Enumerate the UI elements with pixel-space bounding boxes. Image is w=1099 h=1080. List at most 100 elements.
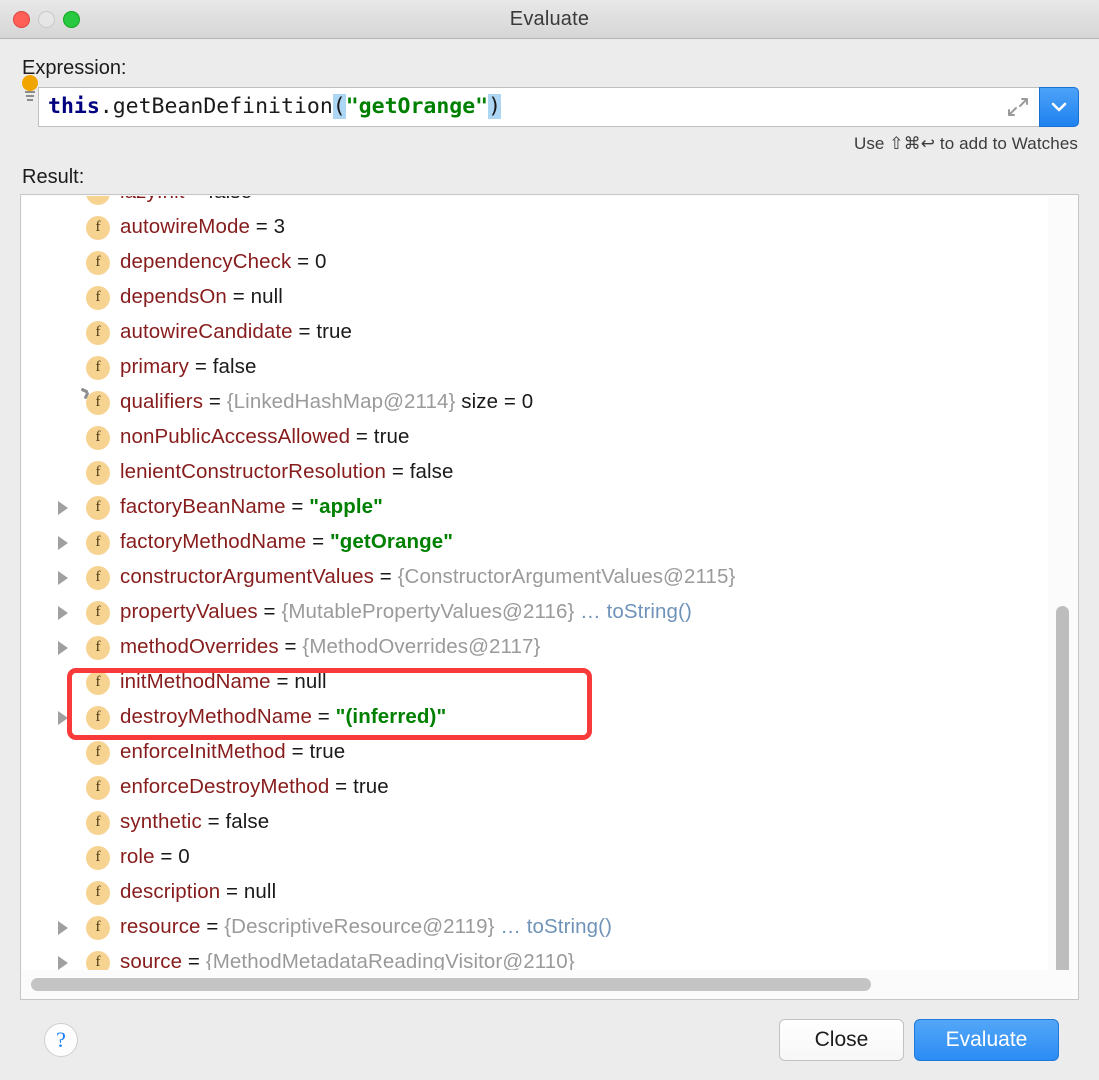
final-modifier-badge-icon bbox=[81, 387, 90, 399]
tree-row[interactable]: f propertyValues = {MutablePropertyValues… bbox=[22, 595, 1048, 630]
tree-row[interactable]: f enforceInitMethod = true bbox=[22, 735, 1048, 770]
tree-row-text: destroyMethodName = "(inferred)" bbox=[120, 707, 446, 728]
expression-token-method: .getBeanDefinition bbox=[99, 94, 333, 120]
field-icon: f bbox=[86, 635, 110, 660]
expand-toggle[interactable] bbox=[58, 920, 86, 935]
tree-row-text: qualifiers = {LinkedHashMap@2114} size =… bbox=[120, 392, 533, 413]
tree-row[interactable]: f resource = {DescriptiveResource@2119} …… bbox=[22, 910, 1048, 945]
dialog-footer: ? Close Evaluate bbox=[20, 1000, 1079, 1080]
equals-sign: = bbox=[270, 670, 295, 694]
expression-history-dropdown[interactable] bbox=[1039, 87, 1079, 127]
expand-toggle[interactable] bbox=[58, 605, 86, 620]
field-value: null bbox=[294, 670, 327, 694]
tree-row-text: initMethodName = null bbox=[120, 672, 327, 693]
tree-row[interactable]: f source = {MethodMetadataReadingVisitor@… bbox=[22, 945, 1048, 970]
field-icon: f bbox=[86, 600, 110, 625]
tree-row[interactable]: f synthetic = false bbox=[22, 805, 1048, 840]
tree-row-text: constructorArgumentValues = {Constructor… bbox=[120, 567, 735, 588]
tree-row[interactable]: f primary = false bbox=[22, 350, 1048, 385]
tree-row[interactable]: f factoryMethodName = "getOrange" bbox=[22, 525, 1048, 560]
result-horizontal-scrollbar[interactable] bbox=[22, 970, 1077, 998]
field-value: {MethodOverrides@2117} bbox=[302, 635, 541, 659]
triangle-right-icon bbox=[58, 570, 68, 585]
result-vertical-scrollbar[interactable] bbox=[1048, 196, 1077, 981]
field-icon: f bbox=[86, 915, 110, 940]
tree-row-text: description = null bbox=[120, 882, 276, 903]
footer-button-group: Close Evaluate bbox=[779, 1019, 1059, 1061]
field-name: autowireCandidate bbox=[120, 320, 293, 344]
tree-row[interactable]: f autowireMode = 3 bbox=[22, 210, 1048, 245]
field-value: true bbox=[309, 740, 346, 764]
horizontal-scrollbar-thumb[interactable] bbox=[31, 978, 871, 991]
tree-row-text: lenientConstructorResolution = false bbox=[120, 462, 454, 483]
tree-row[interactable]: f enforceDestroyMethod = true bbox=[22, 770, 1048, 805]
tree-row[interactable]: f qualifiers = {LinkedHashMap@2114} size … bbox=[22, 385, 1048, 420]
tree-row[interactable]: f factoryBeanName = "apple" bbox=[22, 490, 1048, 525]
field-value: {MutablePropertyValues@2116} bbox=[281, 600, 575, 624]
tree-row[interactable]: f autowireCandidate = true bbox=[22, 315, 1048, 350]
field-value: "(inferred)" bbox=[335, 705, 447, 729]
tree-row[interactable]: f nonPublicAccessAllowed = true bbox=[22, 420, 1048, 455]
close-button[interactable]: Close bbox=[779, 1019, 904, 1061]
equals-sign: = bbox=[189, 355, 213, 379]
expand-toggle[interactable] bbox=[58, 640, 86, 655]
expression-row: this.getBeanDefinition("getOrange") bbox=[22, 75, 1079, 127]
result-label: Result: bbox=[22, 166, 85, 188]
tree-row[interactable]: f initMethodName = null bbox=[22, 665, 1048, 700]
tree-row[interactable]: f lenientConstructorResolution = false bbox=[22, 455, 1048, 490]
zoom-window-button[interactable] bbox=[63, 10, 80, 28]
window-titlebar: Evaluate bbox=[0, 0, 1099, 39]
tree-row-text: propertyValues = {MutablePropertyValues@… bbox=[120, 602, 692, 623]
tree-row-text: dependencyCheck = 0 bbox=[120, 252, 327, 273]
tree-row[interactable]: f dependencyCheck = 0 bbox=[22, 245, 1048, 280]
evaluate-button[interactable]: Evaluate bbox=[914, 1019, 1059, 1061]
result-tree-viewport[interactable]: flazyInit = falsefautowireMode = 3fdepen… bbox=[22, 196, 1048, 970]
tostring-link[interactable]: … toString() bbox=[495, 915, 613, 938]
expression-input[interactable]: this.getBeanDefinition("getOrange") bbox=[38, 87, 997, 127]
field-value: true bbox=[316, 320, 353, 344]
tree-row-text: factoryBeanName = "apple" bbox=[120, 497, 383, 518]
triangle-right-icon bbox=[58, 710, 68, 725]
tree-row-text: methodOverrides = {MethodOverrides@2117} bbox=[120, 637, 540, 658]
field-icon: f bbox=[86, 196, 110, 205]
equals-sign: = bbox=[278, 635, 303, 659]
tree-row[interactable]: f lazyInit = false bbox=[22, 196, 1048, 210]
tree-row[interactable]: f dependsOn = null bbox=[22, 280, 1048, 315]
expand-expression-button[interactable] bbox=[997, 87, 1039, 127]
tree-row-text: role = 0 bbox=[120, 847, 190, 868]
expand-toggle[interactable] bbox=[58, 955, 86, 970]
tree-row-text: resource = {DescriptiveResource@2119} … … bbox=[120, 917, 612, 938]
window-title: Evaluate bbox=[509, 7, 590, 30]
tree-row[interactable]: f destroyMethodName = "(inferred)" bbox=[22, 700, 1048, 735]
field-name: resource bbox=[120, 915, 201, 939]
tree-row[interactable]: f constructorArgumentValues = {Constructo… bbox=[22, 560, 1048, 595]
evaluate-dialog: Evaluate Expression: this.getBeanDefinit… bbox=[0, 0, 1099, 1080]
expression-token-this: this bbox=[48, 94, 100, 120]
field-icon: f bbox=[86, 565, 110, 590]
tree-row[interactable]: f description = null bbox=[22, 875, 1048, 910]
expand-toggle[interactable] bbox=[58, 570, 86, 585]
tree-row-text: nonPublicAccessAllowed = true bbox=[120, 427, 410, 448]
expand-diagonal-icon bbox=[1008, 98, 1028, 116]
expand-toggle[interactable] bbox=[58, 710, 86, 725]
tree-row[interactable]: f methodOverrides = {MethodOverrides@2117… bbox=[22, 630, 1048, 665]
close-window-button[interactable] bbox=[13, 10, 30, 28]
field-icon: f bbox=[86, 355, 110, 380]
field-icon: f bbox=[86, 460, 110, 485]
tree-row[interactable]: f role = 0 bbox=[22, 840, 1048, 875]
minimize-window-button[interactable] bbox=[38, 10, 55, 28]
watches-hint: Use ⇧⌘↩ to add to Watches bbox=[853, 134, 1078, 153]
vertical-scrollbar-thumb[interactable] bbox=[1056, 606, 1069, 981]
field-name: destroyMethodName bbox=[120, 705, 312, 729]
help-button[interactable]: ? bbox=[44, 1023, 78, 1057]
field-icon: f bbox=[86, 250, 110, 275]
expand-toggle[interactable] bbox=[58, 535, 86, 550]
expand-toggle[interactable] bbox=[58, 500, 86, 515]
field-name: initMethodName bbox=[120, 670, 271, 694]
field-name: description bbox=[120, 880, 221, 904]
triangle-right-icon bbox=[58, 955, 68, 970]
field-value: null bbox=[250, 285, 283, 309]
tostring-link[interactable]: … toString() bbox=[574, 600, 692, 623]
triangle-right-icon bbox=[58, 500, 68, 515]
field-icon: f bbox=[86, 285, 110, 310]
